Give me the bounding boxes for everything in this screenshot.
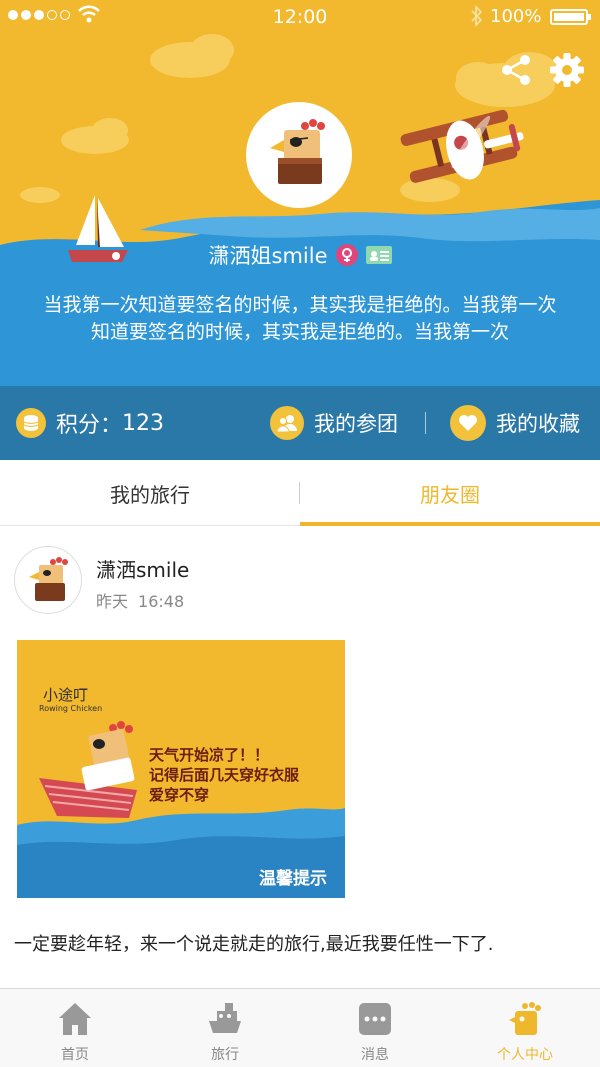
- tab-friends-moments[interactable]: 朋友圈: [300, 460, 600, 526]
- post-image-brand: 小途叮: [43, 686, 89, 704]
- profile-avatar[interactable]: [246, 102, 352, 208]
- post-timestamp: 昨天 16:48: [96, 588, 184, 612]
- female-gender-icon: [335, 244, 358, 266]
- group-people-icon: [270, 406, 304, 440]
- points-value: 123: [122, 410, 165, 436]
- stats-divider: [425, 412, 426, 434]
- nav-messages-label: 消息: [361, 1047, 389, 1063]
- post-image-line-1: 天气开始凉了！！: [149, 746, 270, 764]
- profile-signature: 当我第一次知道要签名的时候，其实我是拒绝的。当我第一次知道要签名的时候，其实我是…: [43, 294, 557, 343]
- post-image-tip: 温馨提示: [259, 869, 327, 889]
- post-author-avatar[interactable]: [14, 546, 82, 614]
- post-text: 一定要趁年轻，来一个说走就走的旅行,最近我要任性一下了.: [14, 934, 494, 955]
- heart-icon: [450, 405, 486, 441]
- post-image-line-2: 记得后面几天穿好衣服: [149, 766, 300, 784]
- nav-home[interactable]: 首页: [0, 989, 150, 1067]
- chicken-mascot-icon: [270, 119, 325, 184]
- my-favorites-label: 我的收藏: [496, 412, 580, 436]
- my-groups-button[interactable]: 我的参团: [270, 404, 420, 442]
- post-time-day: 昨天: [96, 592, 129, 611]
- points-stat[interactable]: 积分： 123: [16, 404, 164, 442]
- username-row: 潇洒姐smile: [0, 240, 600, 270]
- profile-icon: [509, 1002, 541, 1035]
- battery-icon: [550, 9, 591, 25]
- boat-icon: [209, 1003, 241, 1033]
- stats-bar: 积分： 123 我的参团 我的收藏: [0, 386, 600, 460]
- nav-travel[interactable]: 旅行: [150, 989, 300, 1067]
- post-author-name[interactable]: 潇洒smile: [96, 554, 189, 583]
- bluetooth-icon: [471, 5, 483, 27]
- airplane-illustration: [400, 109, 524, 183]
- share-icon[interactable]: [498, 52, 534, 88]
- status-bar: 12:00 100%: [0, 0, 600, 34]
- settings-gear-icon[interactable]: [549, 52, 585, 88]
- username: 潇洒姐smile: [208, 244, 328, 268]
- nav-profile[interactable]: 个人中心: [450, 989, 600, 1067]
- battery-percentage: 100%: [490, 6, 542, 27]
- message-icon: [359, 1003, 391, 1035]
- points-label: 积分：: [56, 413, 123, 438]
- nav-profile-label: 个人中心: [497, 1047, 553, 1063]
- nav-home-label: 首页: [61, 1047, 89, 1063]
- post-image-line-3: 爱穿不穿: [149, 786, 210, 804]
- post-image-brand-en: Rowing Chicken: [39, 704, 103, 713]
- chicken-mascot-icon: [29, 557, 68, 601]
- post-time-clock: 16:48: [138, 592, 185, 611]
- nav-travel-label: 旅行: [211, 1047, 239, 1063]
- id-verified-icon: [365, 246, 392, 264]
- coins-icon: [16, 408, 46, 438]
- post-image[interactable]: 小途叮 Rowing Chicken 天气开始凉了！！ 记得后面几天穿好衣服 爱…: [17, 640, 345, 898]
- tab-my-trips[interactable]: 我的旅行: [0, 460, 300, 526]
- nav-messages[interactable]: 消息: [300, 989, 450, 1067]
- tab-bar: 我的旅行 朋友圈: [0, 460, 600, 526]
- active-tab-indicator: [300, 522, 600, 526]
- my-groups-label: 我的参团: [314, 412, 398, 436]
- home-icon: [59, 1003, 91, 1035]
- profile-header: 12:00 100% 潇洒姐smile 当我第一次知道要签名的时候，其实我是拒绝…: [0, 0, 600, 386]
- bottom-navigation: 首页 旅行 消息 个人中心: [0, 988, 600, 1067]
- my-favorites-button[interactable]: 我的收藏: [450, 404, 595, 442]
